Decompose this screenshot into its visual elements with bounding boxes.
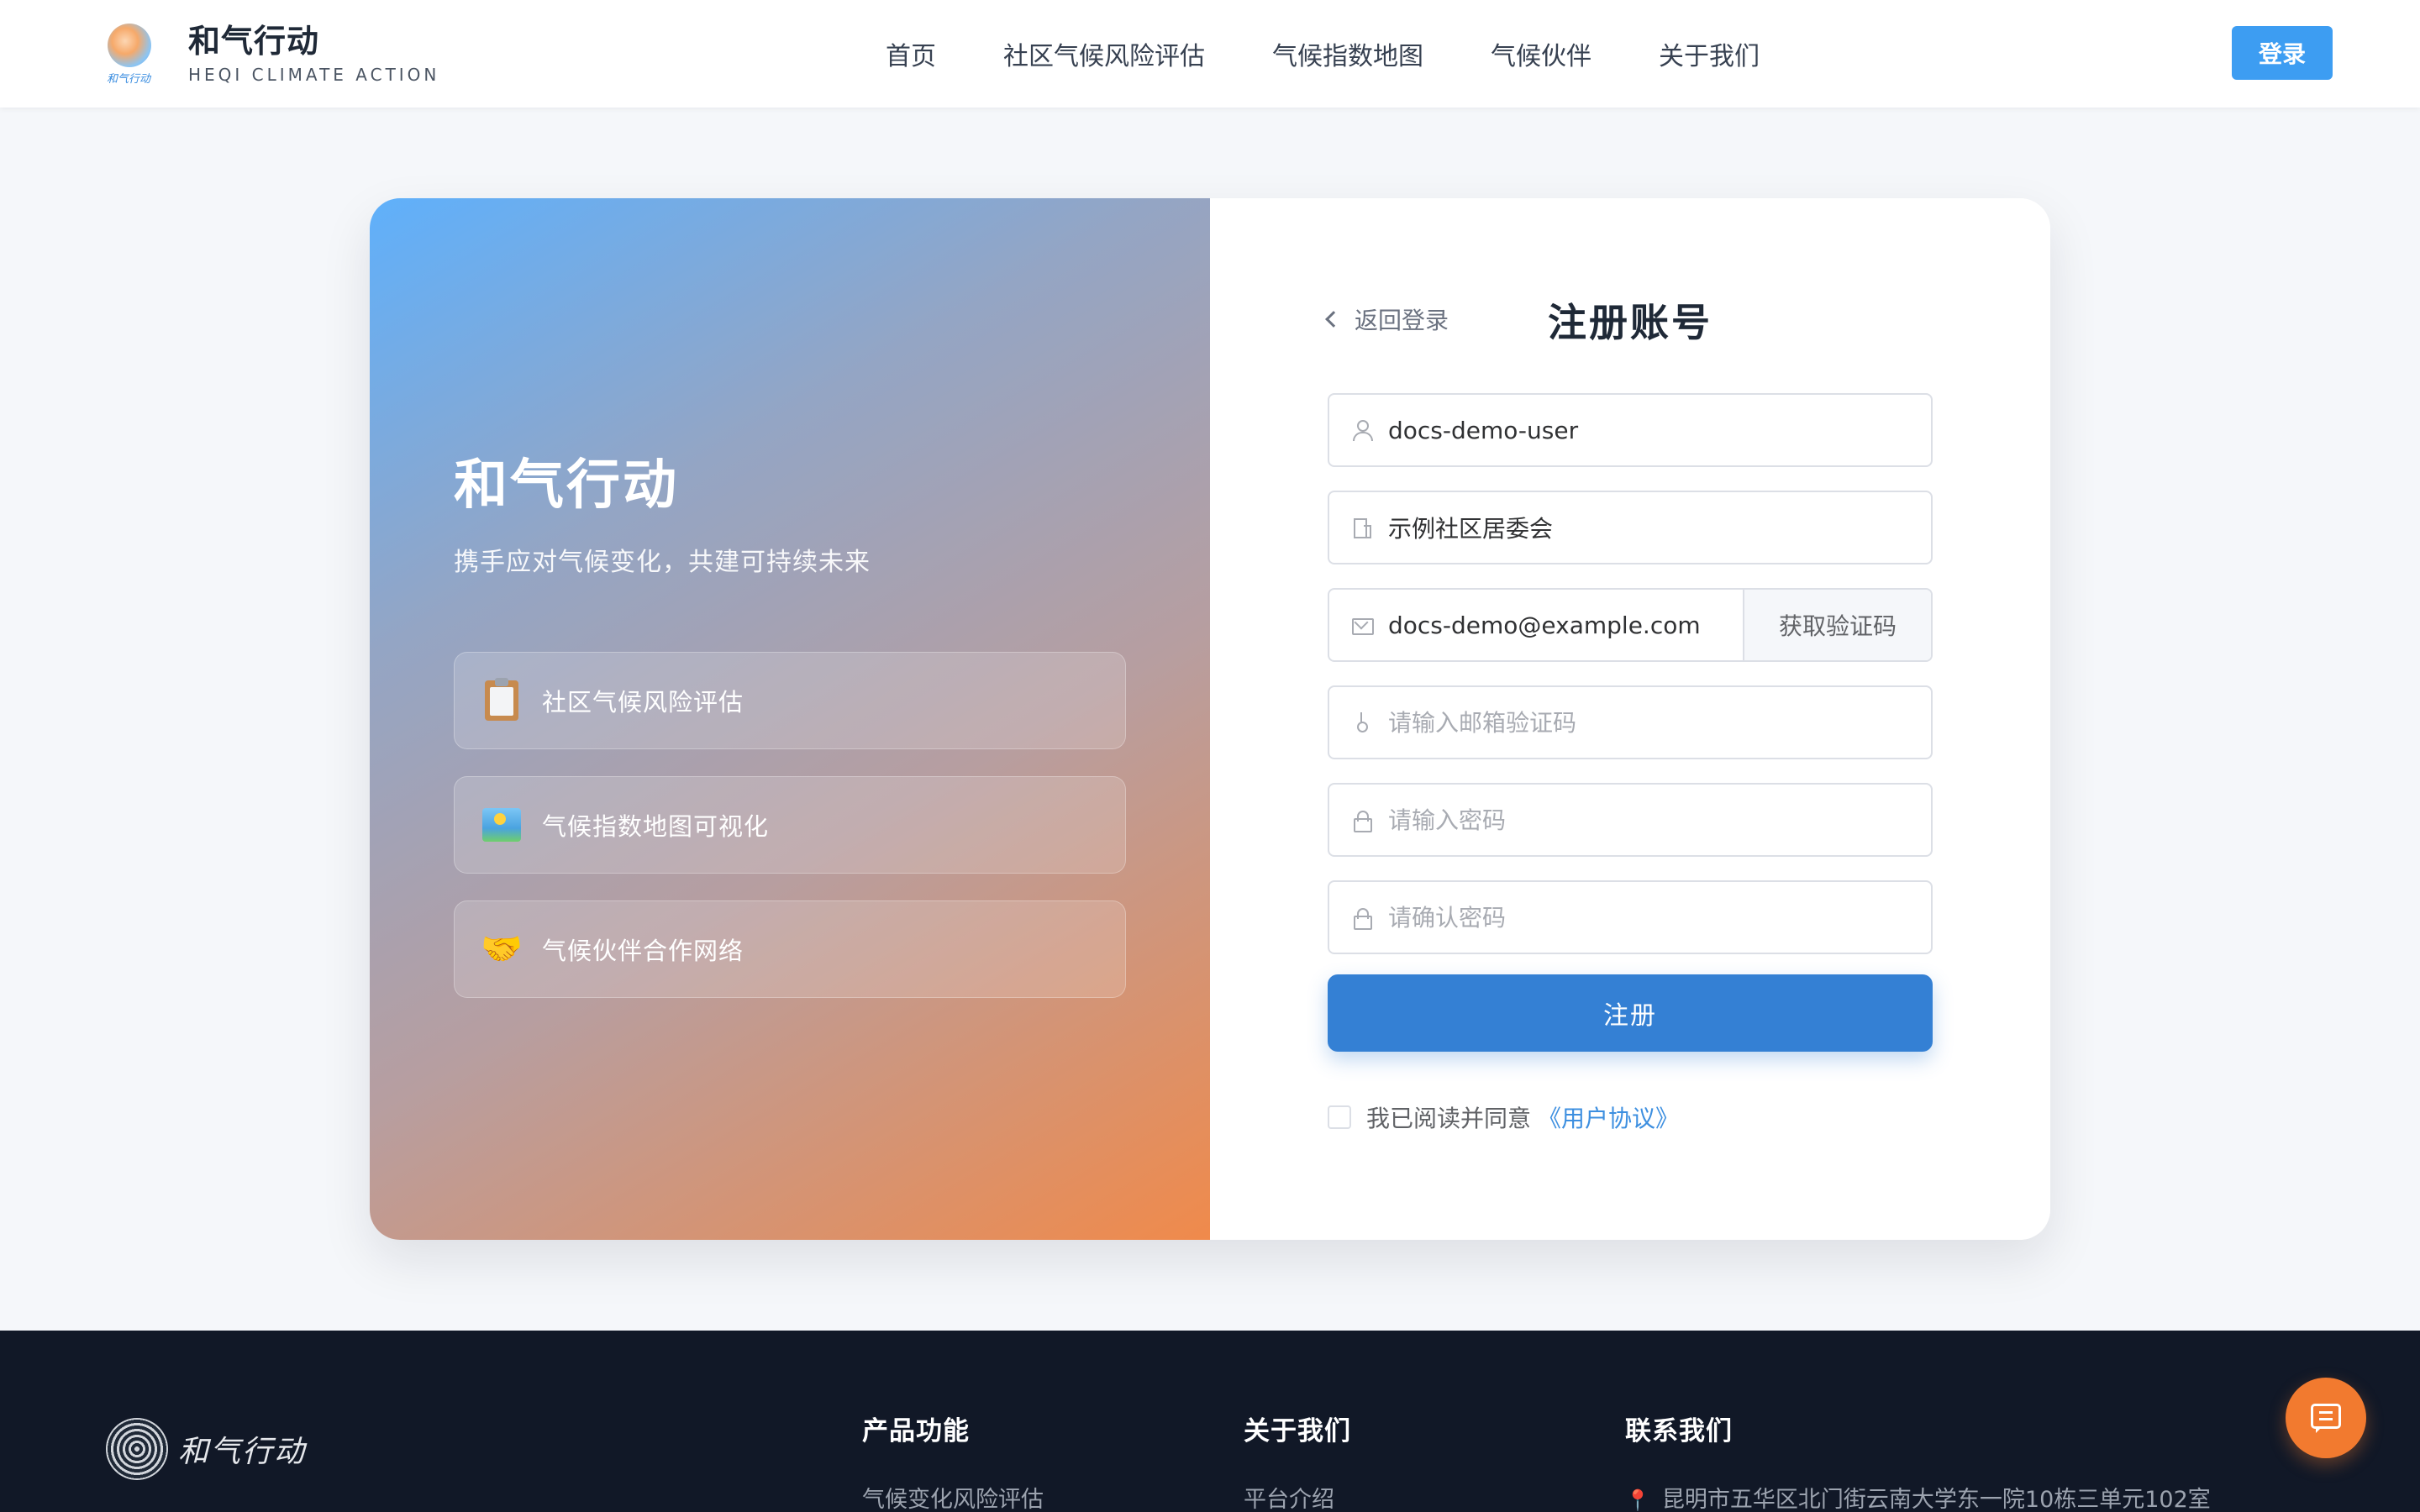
key-icon xyxy=(1351,711,1373,733)
register-card: 和气行动 携手应对气候变化，共建可持续未来 社区气候风险评估 气候指数地图可视化… xyxy=(370,198,2050,1240)
chat-button[interactable] xyxy=(2286,1378,2366,1458)
feature-label: 社区气候风险评估 xyxy=(542,688,744,717)
feature-climate-map: 气候指数地图可视化 xyxy=(454,776,1126,874)
lock-icon xyxy=(1351,906,1373,930)
login-button[interactable]: 登录 xyxy=(2232,26,2333,80)
register-button[interactable]: 注册 xyxy=(1328,974,1933,1052)
feature-risk-assessment: 社区气候风险评估 xyxy=(454,652,1126,749)
organization-input[interactable] xyxy=(1388,494,1931,561)
user-icon xyxy=(1351,419,1373,441)
email-field[interactable]: 获取验证码 xyxy=(1328,588,1933,662)
organization-field[interactable] xyxy=(1328,491,1933,564)
location-pin-icon: 📍 xyxy=(1625,1488,1650,1512)
footer-link[interactable]: 气候变化风险评估 xyxy=(862,1481,1044,1512)
user-agreement-link[interactable]: 《用户协议》 xyxy=(1538,1100,1679,1134)
site-footer: 和气行动 产品功能 气候变化风险评估 关于我们 平台介绍 联系我们 📍 昆明市五华… xyxy=(0,1331,2420,1512)
nav-item-risk-assessment[interactable]: 社区气候风险评估 xyxy=(1003,35,1205,72)
username-field[interactable] xyxy=(1328,393,1933,467)
nav-item-climate-map[interactable]: 气候指数地图 xyxy=(1272,35,1423,72)
brand[interactable]: 和气行动 和气行动 HEQI CLIMATE ACTION xyxy=(99,20,439,87)
feature-label: 气候指数地图可视化 xyxy=(542,812,770,841)
office-building-icon xyxy=(1351,517,1373,538)
brand-subtitle: HEQI CLIMATE ACTION xyxy=(188,65,440,85)
feature-label: 气候伙伴合作网络 xyxy=(542,937,744,965)
footer-heading: 产品功能 xyxy=(862,1416,970,1446)
footer-heading: 联系我们 xyxy=(1625,1416,1733,1446)
address-text: 昆明市五华区北门街云南大学东一院10栋三单元102室 xyxy=(1661,1487,2211,1512)
agree-checkbox[interactable] xyxy=(1328,1105,1351,1129)
confirm-password-input[interactable] xyxy=(1388,884,1931,951)
hero-subtitle: 携手应对气候变化，共建可持续未来 xyxy=(454,548,871,577)
nav-item-about[interactable]: 关于我们 xyxy=(1659,35,1760,72)
verification-code-input[interactable] xyxy=(1388,689,1931,756)
brand-text: 和气行动 HEQI CLIMATE ACTION xyxy=(188,22,439,86)
map-icon xyxy=(481,805,522,845)
hero-panel: 和气行动 携手应对气候变化，共建可持续未来 社区气候风险评估 气候指数地图可视化… xyxy=(370,198,1210,1240)
password-input[interactable] xyxy=(1388,786,1931,853)
handshake-icon: 🤝 xyxy=(481,930,523,969)
form-title: 注册账号 xyxy=(1548,300,1712,345)
chat-icon xyxy=(2311,1404,2341,1433)
agree-text: 我已阅读并同意 xyxy=(1366,1105,1532,1132)
footer-logo-text: 和气行动 xyxy=(178,1435,307,1469)
hero-title: 和气行动 xyxy=(454,454,679,517)
footer-address: 📍 昆明市五华区北门街云南大学东一院10栋三单元102室 xyxy=(1625,1481,2211,1512)
confirm-password-field[interactable] xyxy=(1328,880,1933,954)
footer-col-contact: 联系我们 📍 昆明市五华区北门街云南大学东一院10栋三单元102室 xyxy=(1625,1410,2211,1512)
footer-heading: 关于我们 xyxy=(1244,1416,1351,1446)
email-input[interactable] xyxy=(1388,591,1743,659)
agreement-row: 我已阅读并同意 《用户协议》 xyxy=(1328,1100,1679,1134)
footer-logo[interactable]: 和气行动 xyxy=(106,1418,306,1480)
username-input[interactable] xyxy=(1388,396,1931,464)
brand-name: 和气行动 xyxy=(188,23,320,60)
nav-item-home[interactable]: 首页 xyxy=(886,35,936,72)
footer-col-products: 产品功能 气候变化风险评估 xyxy=(862,1410,1044,1512)
main-nav: 首页 社区气候风险评估 气候指数地图 气候伙伴 关于我们 xyxy=(886,34,1760,74)
verification-code-field[interactable] xyxy=(1328,685,1933,759)
brand-logo-icon: 和气行动 xyxy=(99,22,158,86)
mail-icon xyxy=(1351,614,1374,636)
lock-icon xyxy=(1351,809,1373,832)
get-code-button[interactable]: 获取验证码 xyxy=(1743,590,1931,660)
feature-partner-network: 🤝 气候伙伴合作网络 xyxy=(454,900,1126,998)
footer-link[interactable]: 平台介绍 xyxy=(1244,1481,1351,1512)
password-field[interactable] xyxy=(1328,783,1933,857)
swirl-logo-icon xyxy=(106,1418,168,1480)
nav-item-partners[interactable]: 气候伙伴 xyxy=(1491,35,1591,72)
clipboard-icon xyxy=(481,678,522,721)
footer-col-about: 关于我们 平台介绍 xyxy=(1244,1410,1351,1512)
top-header: 和气行动 和气行动 HEQI CLIMATE ACTION 首页 社区气候风险评… xyxy=(0,0,2420,108)
register-form: 返回登录 注册账号 获取验证码 注册 xyxy=(1210,198,2050,1240)
